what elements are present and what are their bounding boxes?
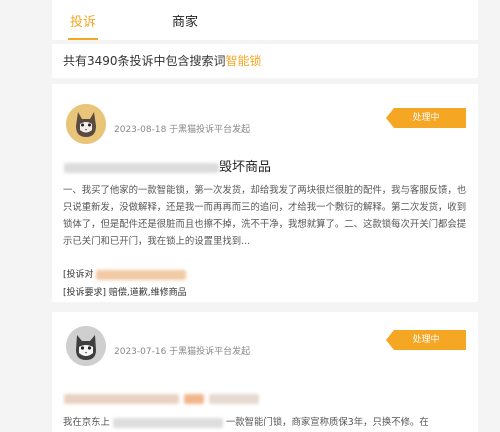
complaint-body: 我在京东上 一款智能门锁，商家宣称质保3年，只换不修。在 — [63, 414, 467, 431]
tab-bar: 投诉 商家 — [52, 0, 478, 40]
tab-merchants[interactable]: 商家 — [172, 11, 198, 30]
complaint-target: [投诉对 — [63, 267, 187, 280]
complaint-date-source: 2023-08-18 于黑猫投诉平台发起 — [114, 125, 251, 135]
complaint-card[interactable]: 2023-08-18 于黑猫投诉平台发起 处理中 毁坏商品 一、我买了他家的一款… — [52, 84, 478, 302]
complaint-title-text: 毁坏商品 — [219, 160, 272, 175]
status-badge: 处理中 — [386, 108, 466, 128]
search-summary: 共有3490条投诉中包含搜索词智能锁 — [52, 44, 478, 78]
search-keyword: 智能锁 — [225, 54, 262, 68]
summary-text: 共有3490条投诉中包含搜索词 — [63, 54, 226, 68]
complaint-demand-label: [投诉要求] — [63, 288, 107, 298]
avatar — [66, 104, 106, 144]
complaint-date-source: 2023-07-16 于黑猫投诉平台发起 — [114, 347, 251, 357]
redacted-text — [96, 269, 187, 280]
complaint-body-prefix: 我在京东上 — [63, 417, 110, 428]
tab-complaints[interactable]: 投诉 — [70, 11, 96, 30]
complaint-title[interactable]: 毁坏商品 — [64, 156, 271, 175]
complaint-card[interactable]: 2023-07-16 于黑猫投诉平台发起 处理中 我在京东上 一款智能门锁，商家… — [52, 312, 478, 432]
complaint-target-label: [投诉对 — [63, 270, 94, 280]
complaint-title[interactable] — [64, 388, 260, 407]
redacted-text — [209, 393, 260, 404]
user-avatar-icon — [66, 326, 106, 366]
user-avatar-icon — [66, 104, 106, 144]
complaint-body-suffix: 一款智能门锁，商家宣称质保3年，只换不修。在 — [225, 417, 429, 428]
avatar — [66, 326, 106, 366]
complaint-body: 一、我买了他家的一款智能锁，第一次发货，却给我发了两块很烂很脏的配件，我与客服反… — [63, 185, 467, 247]
complaint-demand-value: 赔偿,道歉,维修商品 — [108, 288, 187, 298]
status-badge: 处理中 — [386, 330, 466, 350]
redacted-text — [184, 393, 205, 404]
redacted-text — [64, 393, 179, 404]
redacted-text — [112, 417, 223, 428]
redacted-text — [64, 162, 219, 173]
active-tab-indicator — [68, 38, 98, 40]
complaint-demand: [投诉要求] 赔偿,道歉,维修商品 — [63, 285, 187, 298]
